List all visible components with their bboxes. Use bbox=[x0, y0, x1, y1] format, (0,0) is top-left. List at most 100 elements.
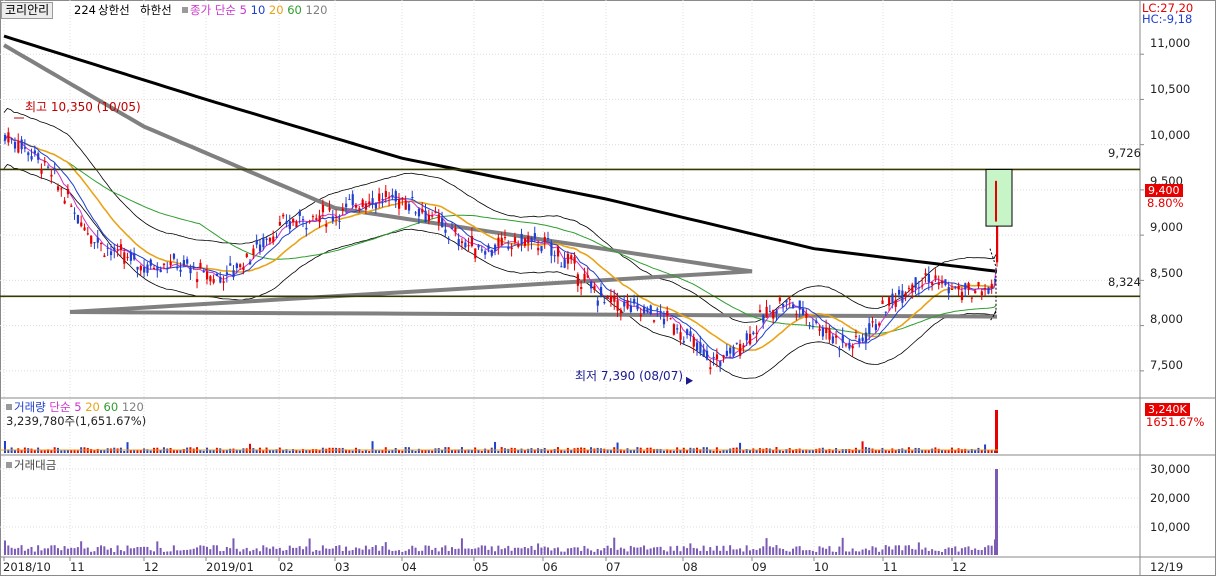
candle-body bbox=[196, 279, 199, 283]
amount-bar bbox=[599, 550, 602, 555]
amount-bar bbox=[308, 538, 311, 555]
volume-bar bbox=[924, 450, 927, 453]
candle-body bbox=[901, 290, 904, 303]
volume-bar bbox=[503, 448, 506, 453]
volume-bar bbox=[520, 448, 523, 453]
amount-bar bbox=[417, 551, 420, 555]
volume-bar bbox=[570, 450, 573, 453]
candle-body bbox=[123, 252, 126, 264]
amount-bar bbox=[196, 547, 199, 555]
amount-bar bbox=[460, 538, 463, 555]
candle-body bbox=[308, 221, 311, 223]
amount-bar bbox=[775, 545, 778, 555]
stock-name-button[interactable]: 코리안리 bbox=[1, 2, 54, 19]
volume-bar bbox=[325, 448, 328, 453]
candle-body bbox=[361, 199, 364, 208]
volume-bar bbox=[431, 450, 434, 453]
candle-body bbox=[434, 212, 437, 214]
candle-body bbox=[838, 349, 841, 351]
candle-body bbox=[311, 216, 315, 218]
amount-bar bbox=[143, 546, 146, 555]
amount-bar bbox=[725, 550, 728, 555]
candle-body bbox=[917, 287, 921, 289]
candle-body bbox=[255, 240, 258, 245]
amount-bar bbox=[950, 547, 953, 555]
amount-bar bbox=[202, 545, 205, 555]
candle-body bbox=[762, 314, 765, 323]
volume-bar bbox=[831, 450, 834, 453]
candle-body bbox=[596, 300, 599, 306]
volume-bar bbox=[891, 448, 894, 453]
amount-bar bbox=[500, 549, 503, 555]
volume-bar bbox=[348, 450, 351, 453]
amount-bar bbox=[106, 549, 109, 555]
volume-bar bbox=[861, 441, 864, 453]
volume-bar bbox=[599, 448, 602, 453]
amount-bar bbox=[215, 545, 218, 555]
volume-bar bbox=[722, 450, 725, 453]
amount-bar bbox=[93, 551, 96, 555]
amount-bar bbox=[570, 548, 573, 555]
candle-body bbox=[93, 242, 96, 244]
candle-body bbox=[927, 273, 930, 283]
candle-body bbox=[17, 141, 20, 153]
amount-bar bbox=[123, 551, 126, 555]
amount-bar bbox=[252, 549, 255, 555]
amount-bar bbox=[917, 542, 920, 555]
candle-body bbox=[156, 266, 159, 271]
candle-body bbox=[537, 247, 540, 251]
candle-body bbox=[798, 300, 801, 310]
stock-chart[interactable] bbox=[0, 0, 1216, 576]
amount-bar bbox=[768, 546, 771, 555]
candle-body bbox=[30, 156, 33, 160]
amount-bar bbox=[970, 549, 973, 555]
candle-body bbox=[282, 214, 285, 217]
amount-bar bbox=[427, 545, 430, 555]
candle-body bbox=[553, 255, 556, 257]
amount-bar bbox=[715, 545, 718, 555]
upper-limit-legend: 상한선 bbox=[98, 3, 130, 17]
volume-bar bbox=[563, 450, 566, 453]
candle-body bbox=[295, 221, 298, 228]
candle-body bbox=[934, 275, 937, 279]
amount-bar bbox=[974, 548, 977, 555]
checkbox-icon[interactable] bbox=[6, 462, 12, 468]
ma224-legend: 224 bbox=[74, 3, 96, 17]
candle-body bbox=[957, 285, 960, 290]
candle-body bbox=[348, 198, 351, 200]
volume-bar bbox=[136, 450, 139, 453]
candle-body bbox=[391, 194, 394, 198]
candle-body bbox=[381, 198, 384, 200]
candle-body bbox=[821, 327, 825, 337]
amount-bar bbox=[421, 550, 424, 555]
amount-bar bbox=[752, 549, 755, 555]
candle-body bbox=[864, 332, 868, 343]
candle-body bbox=[513, 237, 517, 243]
amount-bar bbox=[222, 550, 225, 555]
amount-bar bbox=[33, 551, 36, 555]
volume-bar bbox=[835, 448, 838, 453]
candle-body bbox=[593, 285, 596, 291]
volume-bar bbox=[573, 448, 576, 453]
volume-bar bbox=[388, 450, 391, 453]
candle-body bbox=[484, 251, 487, 255]
candle-body bbox=[590, 281, 593, 289]
checkbox-icon[interactable] bbox=[6, 404, 12, 410]
candle-body bbox=[209, 276, 212, 282]
candle-body bbox=[947, 287, 950, 294]
amount-bar bbox=[275, 548, 278, 555]
checkbox-icon[interactable] bbox=[182, 7, 188, 13]
volume-bar bbox=[987, 450, 990, 453]
candle-body bbox=[540, 246, 543, 252]
amount-bar bbox=[868, 550, 871, 555]
amount-bar bbox=[984, 547, 987, 555]
current-change: 8.80% bbox=[1147, 196, 1184, 210]
volume-bar bbox=[212, 450, 215, 453]
high-annotation: 최고 10,350 (10/05) bbox=[25, 100, 141, 114]
candle-body bbox=[192, 266, 195, 268]
candle-body bbox=[474, 248, 477, 259]
amount-bar bbox=[431, 549, 434, 555]
amount-bar bbox=[679, 551, 682, 555]
amount-bar bbox=[272, 546, 275, 555]
candle-body bbox=[613, 297, 616, 302]
